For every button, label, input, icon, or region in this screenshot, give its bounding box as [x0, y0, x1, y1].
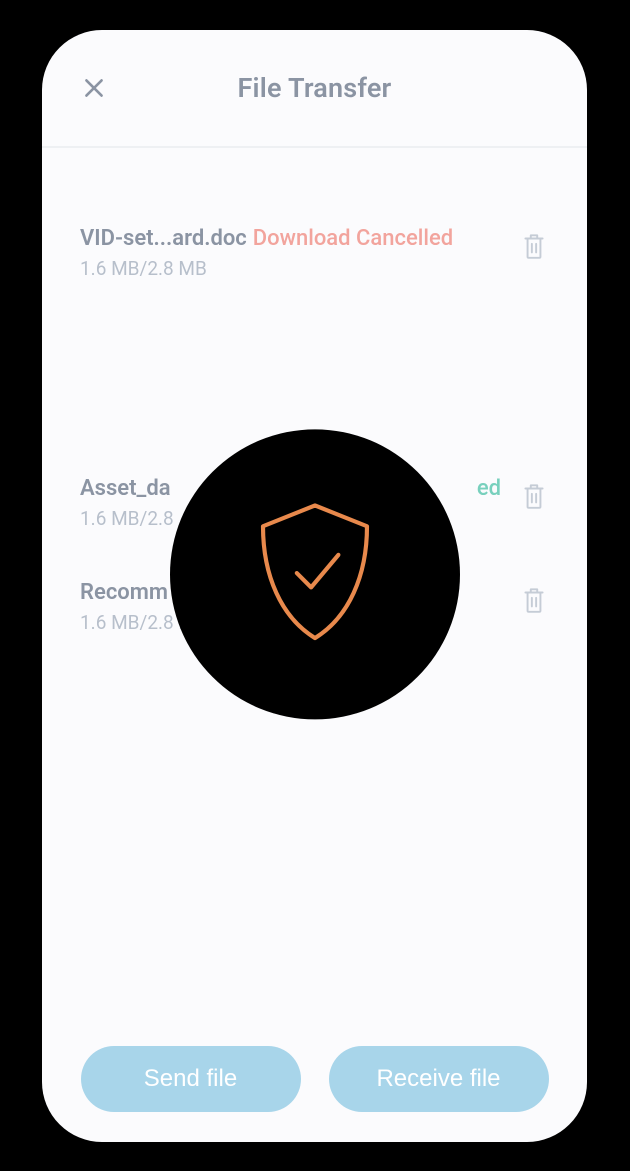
trash-icon — [521, 585, 547, 615]
file-status: ed — [477, 476, 501, 501]
file-name: VID-set...ard.doc — [80, 226, 247, 251]
phone-frame: File Transfer VID-set...ard.doc Download… — [42, 30, 587, 1142]
footer: Send file Receive file — [42, 1046, 587, 1112]
file-row: VID-set...ard.doc Download Cancelled 1.6… — [66, 208, 563, 288]
delete-button[interactable] — [519, 584, 549, 618]
send-file-button[interactable]: Send file — [81, 1046, 301, 1112]
delete-button[interactable] — [519, 480, 549, 514]
trash-icon — [521, 231, 547, 261]
header: File Transfer — [42, 30, 587, 148]
file-size: 1.6 MB/2.8 MB — [80, 257, 505, 280]
delete-button[interactable] — [519, 230, 549, 264]
page-title: File Transfer — [238, 72, 392, 104]
status-overlay — [170, 429, 460, 719]
close-button[interactable] — [76, 70, 112, 106]
trash-icon — [521, 481, 547, 511]
shield-check-icon — [250, 497, 380, 651]
file-status: Download Cancelled — [253, 226, 453, 251]
close-icon — [81, 75, 107, 101]
file-name: Recomm — [80, 580, 168, 605]
file-name: Asset_da — [80, 476, 171, 501]
receive-file-button[interactable]: Receive file — [329, 1046, 549, 1112]
